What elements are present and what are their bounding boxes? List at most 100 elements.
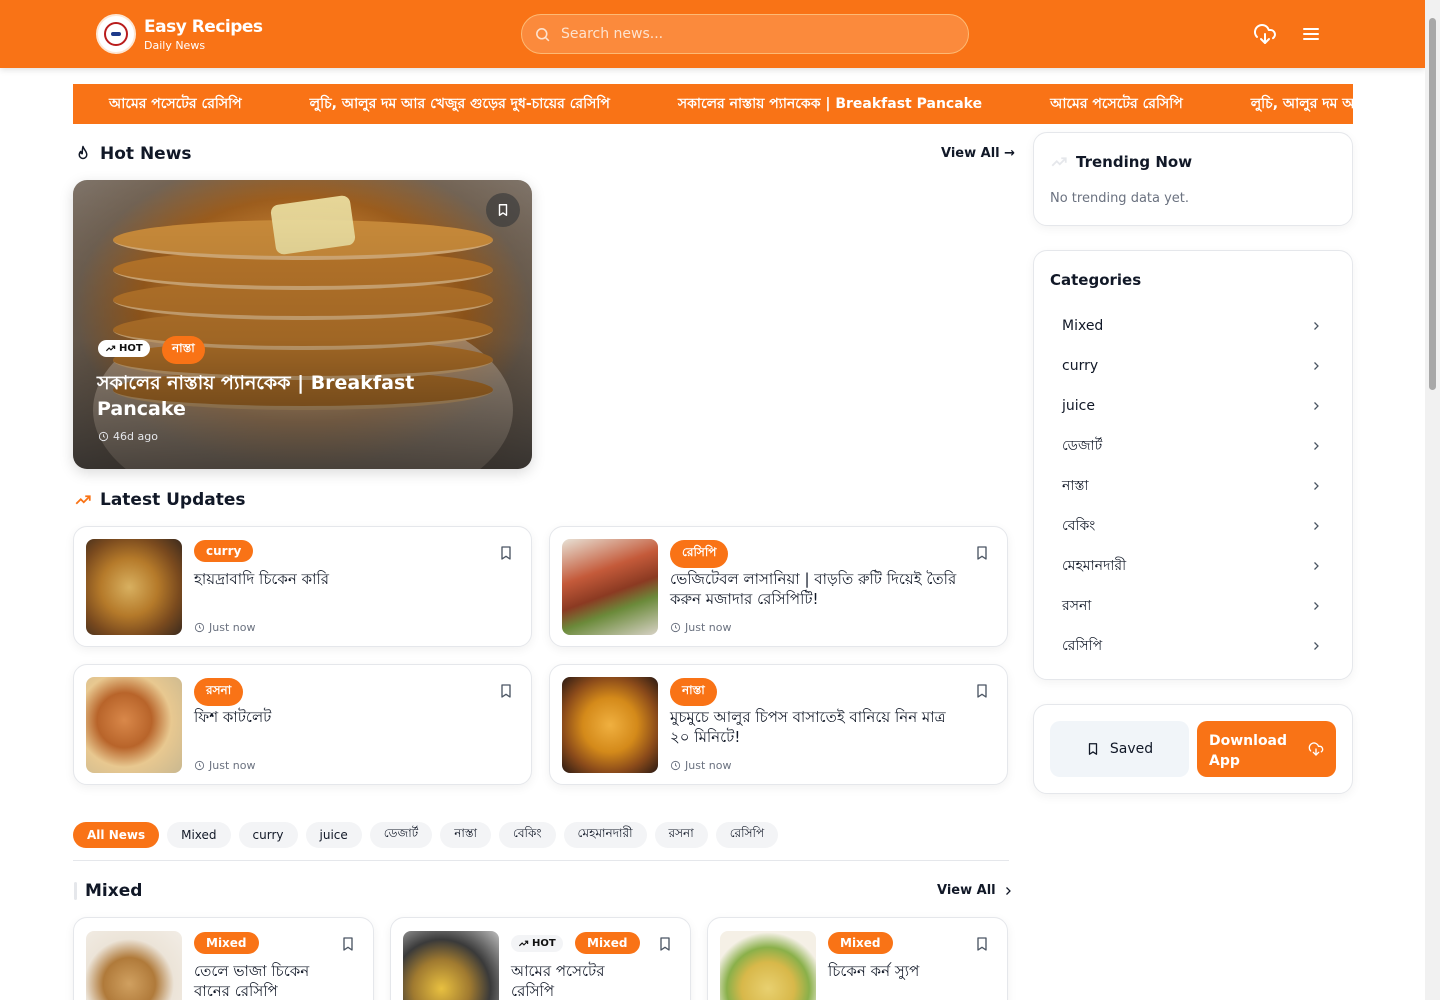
mixed-card[interactable]: Mixed চিকেন কর্ন স্যুপ — [707, 917, 1008, 1000]
news-card[interactable]: রসনা ফিশ কাটলেট Just now — [73, 664, 532, 785]
news-thumbnail — [86, 539, 182, 635]
filter-chip[interactable]: juice — [305, 822, 362, 848]
category-link[interactable]: ডেজার্ট — [1062, 426, 1322, 466]
hot-news-card[interactable]: HOT নাস্তা সকালের নাস্তায় প্যানকেক | Br… — [73, 180, 532, 469]
news-card[interactable]: নাস্তা মুচমুচে আলুর চিপস বাসাতেই বানিয়ে… — [549, 664, 1008, 785]
trending-heading: Trending Now — [1050, 153, 1192, 171]
card-category-badge[interactable]: রসনা — [194, 678, 244, 706]
saved-label: Saved — [1109, 741, 1154, 757]
category-link[interactable]: মেহমানদারী — [1062, 546, 1322, 586]
menu-icon[interactable] — [1299, 22, 1323, 46]
bookmark-icon[interactable] — [974, 545, 990, 561]
card-time-text: Just now — [209, 759, 256, 772]
card-category-badge[interactable]: curry — [194, 540, 254, 562]
filter-chip[interactable]: রসনা — [654, 822, 708, 848]
chevron-right-icon — [1314, 522, 1319, 530]
news-thumbnail — [720, 931, 816, 1000]
ticker-item[interactable]: লুচি, আলুর দম আর — [1215, 92, 1353, 116]
card-category-badge[interactable]: Mixed — [828, 932, 893, 954]
filter-chip[interactable]: রেসিপি — [715, 822, 779, 848]
categories-title: Categories — [1050, 271, 1142, 289]
mixed-card[interactable]: Mixed তেলে ভাজা চিকেন বানের রেসিপি — [73, 917, 374, 1000]
card-category-badge[interactable]: Mixed — [194, 932, 259, 954]
news-card[interactable]: রেসিপি ভেজিটেবল লাসানিয়া | বাড়তি রুটি … — [549, 526, 1008, 647]
page-scrollbar[interactable] — [1425, 0, 1440, 1000]
ticker-item[interactable]: লুচি, আলুর দম আর খেজুর গুড়ের দুধ-চায়ের… — [274, 92, 642, 116]
hero-headline[interactable]: সকালের নাস্তায় প্যানকেক | Breakfast Pan… — [97, 370, 497, 422]
download-app-button[interactable]: Download App — [1197, 721, 1336, 777]
card-title[interactable]: ফিশ কাটলেট — [194, 707, 271, 727]
card-time-text: Just now — [209, 621, 256, 634]
clock-icon — [98, 431, 109, 442]
category-label: curry — [1062, 358, 1099, 374]
brand-logo-link[interactable]: Easy Recipes Daily News — [96, 14, 263, 54]
chevron-right-icon — [1314, 322, 1319, 330]
top-header: Easy Recipes Daily News — [0, 0, 1425, 68]
bookmark-icon[interactable] — [974, 936, 990, 952]
card-category-badge[interactable]: Mixed — [575, 932, 640, 954]
category-label: রসনা — [1062, 598, 1092, 614]
hot-badge: HOT — [511, 935, 563, 952]
mixed-heading: Mixed — [74, 881, 142, 901]
card-title[interactable]: হায়দ্রাবাদি চিকেন কারি — [194, 569, 329, 589]
search-icon — [536, 27, 550, 41]
search-input[interactable] — [561, 26, 941, 42]
category-link[interactable]: বেকিং — [1062, 506, 1322, 546]
section-divider — [73, 860, 1009, 861]
chevron-right-icon — [1314, 602, 1319, 610]
category-filter-bar: All News Mixed curry juice ডেজার্ট নাস্ত… — [73, 822, 779, 848]
bookmark-icon[interactable] — [498, 545, 514, 561]
card-timestamp: Just now — [670, 759, 731, 772]
filter-chip[interactable]: curry — [238, 822, 298, 848]
card-title[interactable]: চিকেন কর্ন স্যুপ — [828, 961, 968, 981]
bookmark-icon[interactable] — [498, 683, 514, 699]
card-title[interactable]: তেলে ভাজা চিকেন বানের রেসিপি — [194, 961, 334, 1000]
category-link[interactable]: Mixed — [1062, 306, 1322, 346]
saved-button[interactable]: Saved — [1050, 721, 1189, 777]
ticker-item[interactable]: আমের পসেটের রেসিপি — [1014, 92, 1215, 116]
filter-chip[interactable]: নাস্তা — [440, 822, 491, 848]
card-title[interactable]: মুচমুচে আলুর চিপস বাসাতেই বানিয়ে নিন মা… — [670, 707, 960, 747]
filter-chip-all-news[interactable]: All News — [73, 822, 160, 848]
card-title[interactable]: আমের পসেটের রেসিপি — [511, 961, 651, 1000]
trending-up-icon — [75, 495, 91, 505]
brand-title: Easy Recipes — [144, 16, 263, 37]
trending-up-icon — [518, 940, 529, 947]
hero-category-badge[interactable]: নাস্তা — [162, 336, 205, 364]
card-title[interactable]: ভেজিটেবল লাসানিয়া | বাড়তি রুটি দিয়েই … — [670, 569, 970, 609]
hero-bookmark-button[interactable] — [486, 193, 520, 227]
mixed-card[interactable]: HOT Mixed আমের পসেটের রেসিপি — [390, 917, 691, 1000]
filter-chip[interactable]: Mixed — [167, 822, 231, 848]
filter-chip[interactable]: মেহমানদারী — [563, 822, 647, 848]
download-cloud-icon — [1308, 742, 1324, 756]
category-label: juice — [1062, 398, 1095, 414]
scrollbar-thumb[interactable] — [1429, 18, 1436, 390]
actions-panel: Saved Download App — [1033, 704, 1353, 794]
card-category-badge[interactable]: রেসিপি — [670, 540, 729, 568]
clock-icon — [194, 760, 205, 771]
news-card[interactable]: curry হায়দ্রাবাদি চিকেন কারি Just now — [73, 526, 532, 647]
ticker-item[interactable]: সকালের নাস্তায় প্যানকেক | Breakfast Pan… — [642, 92, 1014, 116]
download-cloud-icon[interactable] — [1253, 22, 1277, 46]
hot-badge: HOT — [98, 340, 150, 357]
bookmark-icon — [1088, 743, 1098, 755]
bookmark-icon[interactable] — [340, 936, 356, 952]
trending-up-icon — [1051, 157, 1067, 167]
filter-chip[interactable]: বেকিং — [499, 822, 556, 848]
category-link[interactable]: juice — [1062, 386, 1322, 426]
ticker-item[interactable]: আমের পসেটের রেসিপি — [73, 92, 274, 116]
bookmark-icon[interactable] — [974, 683, 990, 699]
category-link[interactable]: নাস্তা — [1062, 466, 1322, 506]
category-link[interactable]: রেসিপি — [1062, 626, 1322, 666]
filter-chip[interactable]: ডেজার্ট — [369, 822, 433, 848]
search-bar[interactable] — [521, 14, 969, 54]
category-link[interactable]: রসনা — [1062, 586, 1322, 626]
category-link[interactable]: curry — [1062, 346, 1322, 386]
card-category-badge[interactable]: নাস্তা — [670, 678, 717, 706]
categories-panel: Categories Mixed curry juice ডেজার্ট নাস… — [1033, 250, 1353, 680]
chevron-right-icon — [1314, 362, 1319, 370]
bookmark-icon[interactable] — [657, 936, 673, 952]
chevron-right-icon — [1314, 562, 1319, 570]
hot-news-view-all[interactable]: View All → — [941, 146, 1015, 161]
mixed-view-all[interactable]: View All — [937, 883, 1014, 898]
